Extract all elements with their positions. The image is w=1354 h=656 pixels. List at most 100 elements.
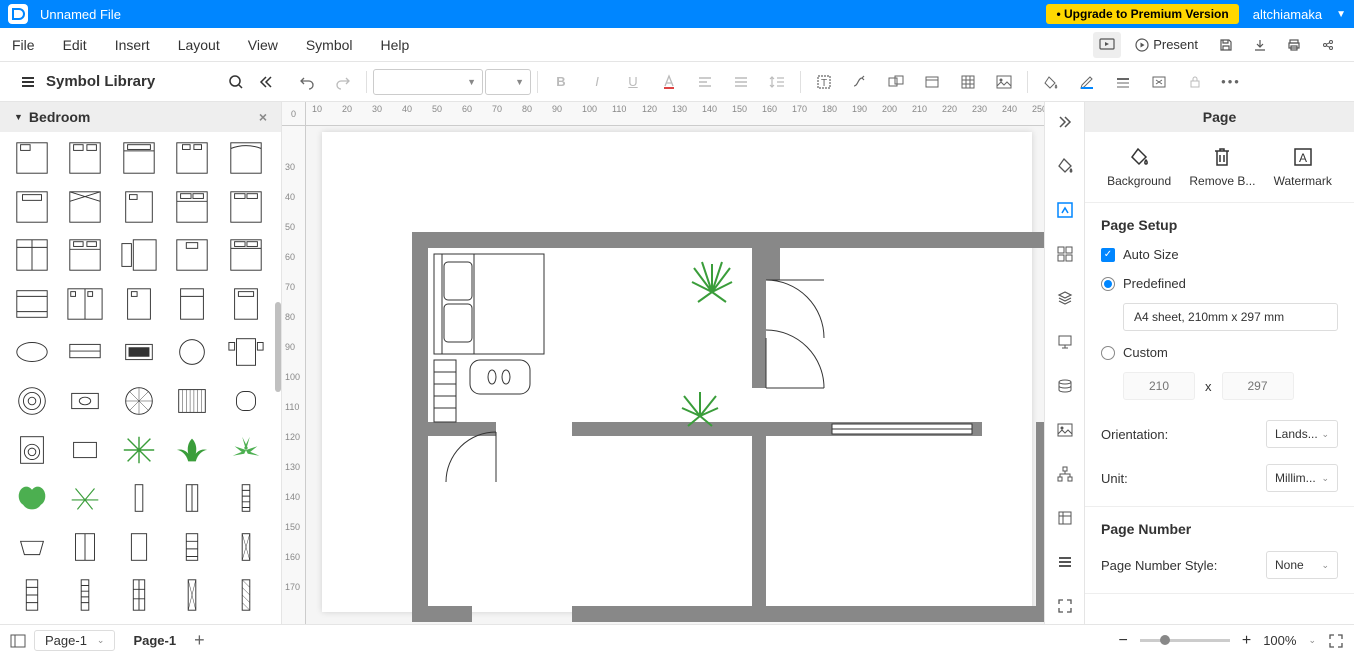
username-label[interactable]: altchiamaka [1253,7,1322,22]
expand-right-icon[interactable] [1051,108,1079,136]
present-button[interactable]: Present [1127,33,1206,56]
menu-file[interactable]: File [12,37,35,53]
app-logo-icon[interactable] [8,4,28,24]
paper-size-select[interactable]: A4 sheet, 210mm x 297 mm [1123,303,1338,331]
font-family-select[interactable]: ▼ [373,69,483,95]
page-selector[interactable]: Page-1 ⌄ [34,630,115,651]
symbol-bush-plant[interactable] [10,478,54,518]
symbol-desk[interactable] [63,332,107,372]
category-header[interactable]: ▼Bedroom × [0,102,281,132]
symbol-bed-5[interactable] [224,138,268,178]
fill-button[interactable] [1034,66,1068,98]
symbol-side-table[interactable] [10,527,54,567]
presentation-icon[interactable] [1051,328,1079,356]
custom-radio[interactable] [1101,346,1115,360]
share-icon[interactable] [1314,32,1342,58]
symbol-bed-10[interactable] [224,187,268,227]
add-page-button[interactable]: + [194,630,205,651]
fullscreen-icon[interactable] [1328,633,1344,649]
symbol-fern-plant[interactable] [117,430,161,470]
symbol-bed-16[interactable] [10,284,54,324]
underline-button[interactable]: U [616,66,650,98]
remove-bg-button[interactable]: Remove B... [1189,146,1255,188]
symbol-bed-7[interactable] [63,187,107,227]
symbol-wardrobe-3[interactable] [117,527,161,567]
height-input[interactable] [1222,372,1294,400]
bold-button[interactable]: B [544,66,578,98]
line-color-button[interactable] [1070,66,1104,98]
save-icon[interactable] [1212,32,1240,58]
pagenum-style-select[interactable]: None ⌄ [1266,551,1338,579]
data-icon[interactable] [1051,372,1079,400]
symbol-small-fern[interactable] [63,478,107,518]
download-icon[interactable] [1246,32,1274,58]
symbol-palm-plant[interactable] [170,430,214,470]
symbol-tv[interactable] [117,332,161,372]
search-icon[interactable] [228,74,244,90]
menu-symbol[interactable]: Symbol [306,37,353,53]
library-scrollbar[interactable] [275,302,281,392]
symbol-door[interactable] [117,478,161,518]
symbol-bed-1[interactable] [10,138,54,178]
symbol-bed-9[interactable] [170,187,214,227]
redo-button[interactable] [326,66,360,98]
page-tab-1[interactable]: Page-1 [123,629,186,652]
menu-layout[interactable]: Layout [178,37,220,53]
zoom-out-button[interactable]: − [1119,632,1128,650]
comment-icon[interactable] [1051,548,1079,576]
symbol-wardrobe-1[interactable] [170,478,214,518]
line-spacing-button[interactable] [760,66,794,98]
symbol-tall-1[interactable] [10,575,54,615]
history-icon[interactable] [1051,504,1079,532]
shape-insert-button[interactable] [879,66,913,98]
text-tool-button[interactable]: T [807,66,841,98]
print-icon[interactable] [1280,32,1308,58]
width-input[interactable] [1123,372,1195,400]
line-style-button[interactable] [1106,66,1140,98]
symbol-bed-20[interactable] [224,284,268,324]
symbol-tall-5[interactable] [224,575,268,615]
image-panel-icon[interactable] [1051,416,1079,444]
symbol-bed-11[interactable] [10,235,54,275]
symbol-bed-14[interactable] [170,235,214,275]
menu-insert[interactable]: Insert [115,37,150,53]
symbol-round-rug[interactable] [10,381,54,421]
table-button[interactable] [951,66,985,98]
autosize-checkbox[interactable]: ✓ [1101,248,1115,262]
symbol-bed-19[interactable] [170,284,214,324]
close-category-icon[interactable]: × [259,109,267,125]
lock-button[interactable] [1178,66,1212,98]
symbol-tall-3[interactable] [117,575,161,615]
align-left-button[interactable] [688,66,722,98]
predefined-radio[interactable] [1101,277,1115,291]
container-button[interactable] [915,66,949,98]
theme-icon[interactable] [1051,152,1079,180]
menu-view[interactable]: View [248,37,278,53]
grid-icon[interactable] [1051,240,1079,268]
fit-icon[interactable] [1051,592,1079,620]
symbol-bed-6[interactable] [10,187,54,227]
symbol-leafy-plant[interactable] [224,430,268,470]
image-button[interactable] [987,66,1021,98]
zoom-slider[interactable] [1140,639,1230,642]
layers-icon[interactable] [1051,284,1079,312]
unit-select[interactable]: Millim... ⌄ [1266,464,1338,492]
italic-button[interactable]: I [580,66,614,98]
zoom-in-button[interactable]: + [1242,632,1251,650]
symbol-bed-15[interactable] [224,235,268,275]
symbol-dresser[interactable] [63,381,107,421]
user-dropdown-icon[interactable]: ▼ [1336,9,1346,20]
symbol-bed-12[interactable] [63,235,107,275]
symbol-bed-17[interactable] [63,284,107,324]
floor-plan[interactable] [412,232,1044,624]
zoom-level[interactable]: 100% [1263,633,1296,648]
symbol-wardrobe-2[interactable] [63,527,107,567]
symbol-bed-2[interactable] [63,138,107,178]
symbol-tall-4[interactable] [170,575,214,615]
symbol-bed-nightstands[interactable] [224,332,268,372]
symbol-tall-2[interactable] [63,575,107,615]
pages-panel-icon[interactable] [10,634,26,648]
background-button[interactable]: Background [1107,146,1171,188]
symbol-shelf-2[interactable] [170,527,214,567]
symbol-round-table[interactable] [170,332,214,372]
